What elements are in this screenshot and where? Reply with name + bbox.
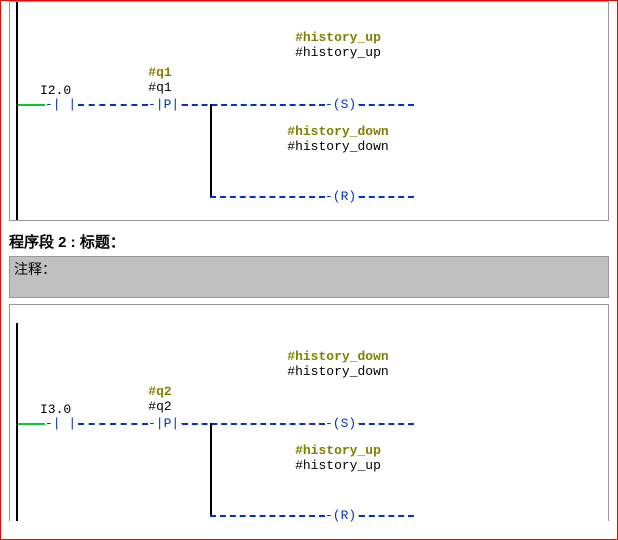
wire-n1-seg4 [359,104,414,106]
coil-a-label-n1: #history_up #history_up [278,30,398,60]
coil-b-name-n2: #history_up [278,458,398,473]
wire-n2-seg4 [359,423,414,425]
coil-b-name-n1: #history_down [278,139,398,154]
coil-a-name-n2: #history_down [278,364,398,379]
wire-n2-branch [210,515,325,517]
coil-a-tag-n1: #history_up [278,30,398,45]
edge-type-n1: P [164,97,172,112]
input-address-n2: I3.0 [40,402,71,417]
input-address-n1: I2.0 [40,83,71,98]
network-2-ladder: -| |- -|P|- -(S)- -(R)- I3.0 #q2 #q2 #hi… [10,305,608,521]
network-1-frame: -| |- -|P|- -(S)- -(R)- I2.0 #q1 #q1 #hi… [9,1,609,221]
coil-b-tag-n2: #history_up [278,443,398,458]
wire-n2-seg1 [18,423,45,425]
branch-vert-n2 [210,423,212,515]
coil-type-n1-b: R [341,189,349,204]
page-root: -| |- -|P|- -(S)- -(R)- I2.0 #q1 #q1 #hi… [0,0,618,540]
coil-a-tag-n2: #history_down [278,349,398,364]
left-power-rail [16,2,18,220]
wire-n2-seg2 [78,423,148,425]
edge-label-n1: #q1 #q1 [100,65,220,95]
coil-type-n2-b: R [341,508,349,523]
wire-n1-seg3 [182,104,325,106]
edge-tag-n1: #q1 [100,65,220,80]
branch-vert-n1 [210,104,212,196]
comment-label: 注释： [14,261,56,277]
wire-n2-seg3 [182,423,325,425]
coil-type-n1-a: S [341,97,349,112]
wire-n1-branch-end [359,196,414,198]
wire-n1-seg2 [78,104,148,106]
segment-2-comment[interactable]: 注释： [9,256,609,298]
wire-n2-branch-end [359,515,414,517]
coil-type-n2-a: S [341,416,349,431]
network-1-ladder: -| |- -|P|- -(S)- -(R)- I2.0 #q1 #q1 #hi… [10,2,608,220]
edge-name-n1: #q1 [100,80,220,95]
segment-2-title: 程序段 2 : 标题： [9,231,609,252]
network-2-frame: -| |- -|P|- -(S)- -(R)- I3.0 #q2 #q2 #hi… [9,304,609,521]
coil-b-tag-n1: #history_down [278,124,398,139]
coil-a-label-n2: #history_down #history_down [278,349,398,379]
coil-b-label-n1: #history_down #history_down [278,124,398,154]
edge-type-n2: P [164,416,172,431]
left-power-rail-2 [16,323,18,521]
coil-b-label-n2: #history_up #history_up [278,443,398,473]
wire-n1-branch [210,196,325,198]
coil-a-name-n1: #history_up [278,45,398,60]
edge-label-n2: #q2 #q2 [100,384,220,414]
edge-name-n2: #q2 [100,399,220,414]
wire-n1-seg1 [18,104,45,106]
edge-tag-n2: #q2 [100,384,220,399]
